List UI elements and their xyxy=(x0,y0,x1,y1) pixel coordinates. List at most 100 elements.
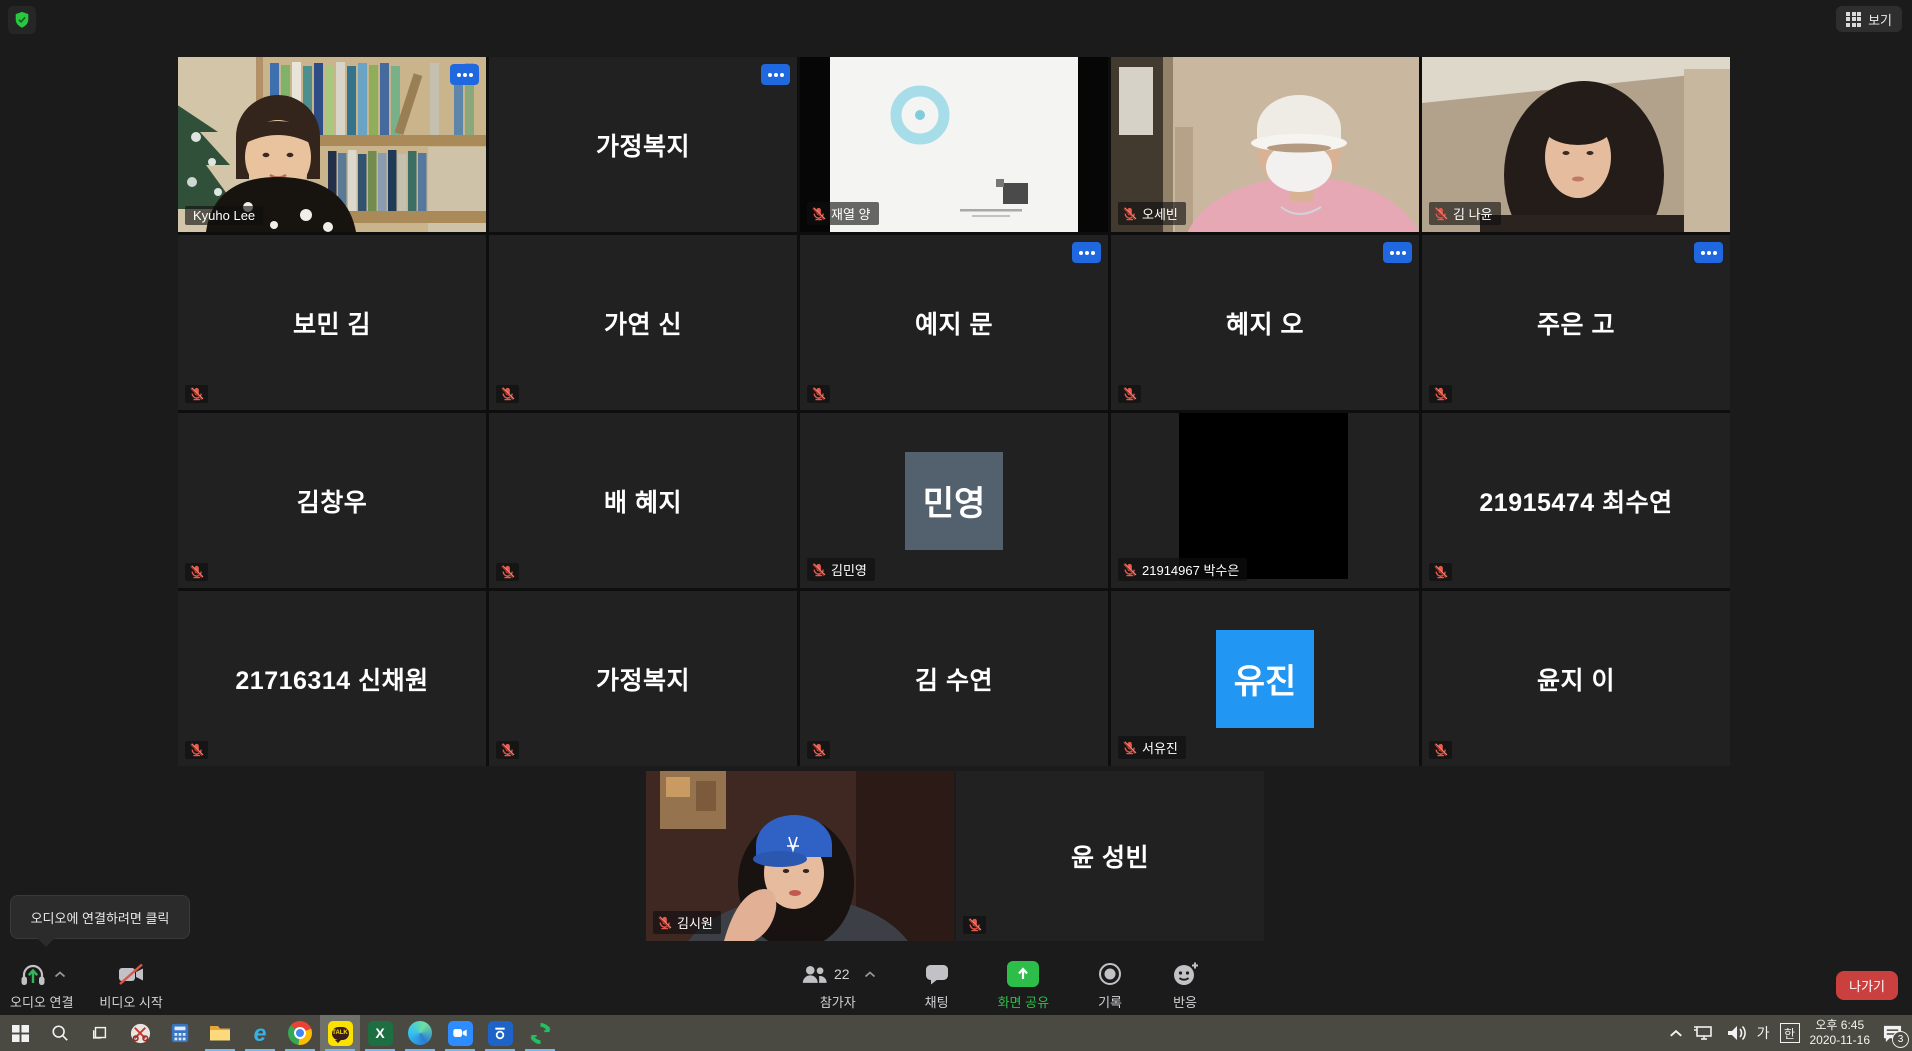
participant-tile[interactable]: 주은 고 xyxy=(1422,235,1730,410)
participant-tile[interactable]: 가정복지 xyxy=(489,57,797,232)
taskbar-app-chrome[interactable] xyxy=(280,1015,320,1051)
participant-name: 김 수연 xyxy=(800,591,1108,766)
start-video-button[interactable]: 비디오 시작 xyxy=(99,955,162,1011)
muted-indicator xyxy=(185,563,208,581)
participants-button[interactable]: 22 참가자 xyxy=(800,955,876,1011)
system-tray: 가 한 오후 6:45 2020-11-16 3 xyxy=(1669,1015,1912,1051)
task-view-button[interactable] xyxy=(80,1015,120,1051)
tile-options-button[interactable] xyxy=(450,64,479,85)
participant-tile-yujin[interactable]: 유진 서유진 xyxy=(1111,591,1419,766)
taskbar-app-calculator[interactable] xyxy=(160,1015,200,1051)
file-explorer-icon xyxy=(208,1021,233,1046)
participant-tile-siwon[interactable]: 김시원 xyxy=(646,771,954,941)
participant-tile[interactable]: 가연 신 xyxy=(489,235,797,410)
taskbar-app-file-explorer[interactable] xyxy=(200,1015,240,1051)
mic-muted-icon xyxy=(1433,565,1448,579)
leave-meeting-button[interactable]: 나가기 xyxy=(1836,971,1898,1000)
participant-tile-jaeyeol[interactable]: 재열 양 xyxy=(800,57,1108,232)
mic-muted-icon xyxy=(1433,207,1448,221)
ellipsis-icon xyxy=(1707,251,1711,255)
taskbar-app-edge[interactable] xyxy=(400,1015,440,1051)
participant-tile-kyuho-lee[interactable]: Kyuho Lee xyxy=(178,57,486,232)
mic-muted-icon xyxy=(811,743,826,757)
mic-muted-icon xyxy=(1122,207,1137,221)
audio-tooltip: 오디오에 연결하려면 클릭 xyxy=(10,895,190,939)
muted-indicator xyxy=(1429,385,1452,403)
tile-options-button[interactable] xyxy=(761,64,790,85)
taskbar-clock[interactable]: 오후 6:45 2020-11-16 xyxy=(1810,1018,1871,1048)
participant-name: 21716314 신채원 xyxy=(178,591,486,766)
participant-tile-osebin[interactable]: 오세빈 xyxy=(1111,57,1419,232)
share-screen-button[interactable]: 화면 공유 xyxy=(998,955,1049,1011)
participant-tile[interactable]: 배 혜지 xyxy=(489,413,797,588)
action-center-button[interactable]: 3 xyxy=(1880,1021,1904,1045)
participant-tile-nayoon[interactable]: 김 나윤 xyxy=(1422,57,1730,232)
taskbar-app-internet-explorer[interactable]: e xyxy=(240,1015,280,1051)
share-screen-label: 화면 공유 xyxy=(998,992,1049,1011)
participant-tile[interactable]: 보민 김 xyxy=(178,235,486,410)
network-icon[interactable] xyxy=(1693,1024,1715,1042)
mic-muted-icon xyxy=(500,565,515,579)
participant-tile[interactable]: 김창우 xyxy=(178,413,486,588)
participant-tile[interactable]: 21716314 신채원 xyxy=(178,591,486,766)
participant-tile-suueun[interactable]: 21914967 박수은 xyxy=(1111,413,1419,588)
participant-tile[interactable]: 혜지 오 xyxy=(1111,235,1419,410)
muted-indicator xyxy=(496,741,519,759)
participant-name: 가정복지 xyxy=(489,57,797,232)
kakaotalk-icon: TALK xyxy=(328,1021,353,1046)
clock-date: 2020-11-16 xyxy=(1810,1033,1871,1048)
search-icon xyxy=(51,1024,69,1042)
notification-count-badge: 3 xyxy=(1892,1031,1909,1048)
windows-logo-icon xyxy=(12,1025,29,1042)
participant-name: 윤지 이 xyxy=(1422,591,1730,766)
taskbar-app-excel[interactable]: X xyxy=(360,1015,400,1051)
chevron-up-icon[interactable] xyxy=(864,971,876,978)
chevron-up-icon[interactable] xyxy=(54,971,66,978)
view-button[interactable]: 보기 xyxy=(1836,6,1902,32)
muted-indicator xyxy=(807,385,830,403)
muted-indicator xyxy=(496,385,519,403)
taskbar-app-kakaotalk[interactable]: TALK xyxy=(320,1015,360,1051)
participant-tile-minyoung[interactable]: 민영 김민영 xyxy=(800,413,1108,588)
participant-tile[interactable]: 예지 문 xyxy=(800,235,1108,410)
record-button[interactable]: 기록 xyxy=(1097,955,1123,1011)
mic-muted-icon xyxy=(657,916,672,930)
muted-indicator xyxy=(185,385,208,403)
record-icon xyxy=(1097,961,1123,987)
start-video-label: 비디오 시작 xyxy=(99,992,162,1011)
taskbar-app-sync[interactable] xyxy=(520,1015,560,1051)
security-shield-icon[interactable] xyxy=(8,6,36,34)
share-screen-icon xyxy=(1007,961,1039,987)
join-audio-label: 오디오 연결 xyxy=(10,992,73,1011)
tray-chevron-up-icon[interactable] xyxy=(1669,1029,1683,1038)
ime-mode-indicator[interactable]: 가 xyxy=(1757,1023,1770,1043)
taskbar-app-zoom[interactable] xyxy=(440,1015,480,1051)
ime-language-indicator[interactable]: 한 xyxy=(1780,1023,1800,1043)
record-label: 기록 xyxy=(1098,992,1122,1011)
participant-tile[interactable]: 21915474 최수연 xyxy=(1422,413,1730,588)
tile-options-button[interactable] xyxy=(1072,242,1101,263)
tile-options-button[interactable] xyxy=(1383,242,1412,263)
snipping-tool-icon xyxy=(128,1021,153,1046)
muted-indicator xyxy=(1118,385,1141,403)
join-audio-button[interactable]: 오디오 연결 xyxy=(10,955,73,1011)
video-grid-last-row: 김시원 윤 성빈 xyxy=(646,771,1264,941)
participant-tile[interactable]: 윤 성빈 xyxy=(956,771,1264,941)
tile-options-button[interactable] xyxy=(1694,242,1723,263)
volume-icon[interactable] xyxy=(1725,1024,1747,1042)
participant-name-tag: 김민영 xyxy=(807,558,875,581)
zoom-app-icon xyxy=(448,1021,473,1046)
participant-name-tag: 서유진 xyxy=(1118,736,1186,759)
taskbar-app-snipping-tool[interactable] xyxy=(120,1015,160,1051)
participant-tile[interactable]: 윤지 이 xyxy=(1422,591,1730,766)
muted-indicator xyxy=(1429,563,1452,581)
taskbar-app-hancom[interactable] xyxy=(480,1015,520,1051)
grid-view-icon xyxy=(1846,12,1861,27)
participant-tile[interactable]: 김 수연 xyxy=(800,591,1108,766)
chat-button[interactable]: 채팅 xyxy=(924,955,950,1011)
taskbar-search-button[interactable] xyxy=(40,1015,80,1051)
participant-tile[interactable]: 가정복지 xyxy=(489,591,797,766)
reactions-button[interactable]: 반응 xyxy=(1171,955,1199,1011)
start-button[interactable] xyxy=(0,1015,40,1051)
mic-muted-icon xyxy=(1433,743,1448,757)
